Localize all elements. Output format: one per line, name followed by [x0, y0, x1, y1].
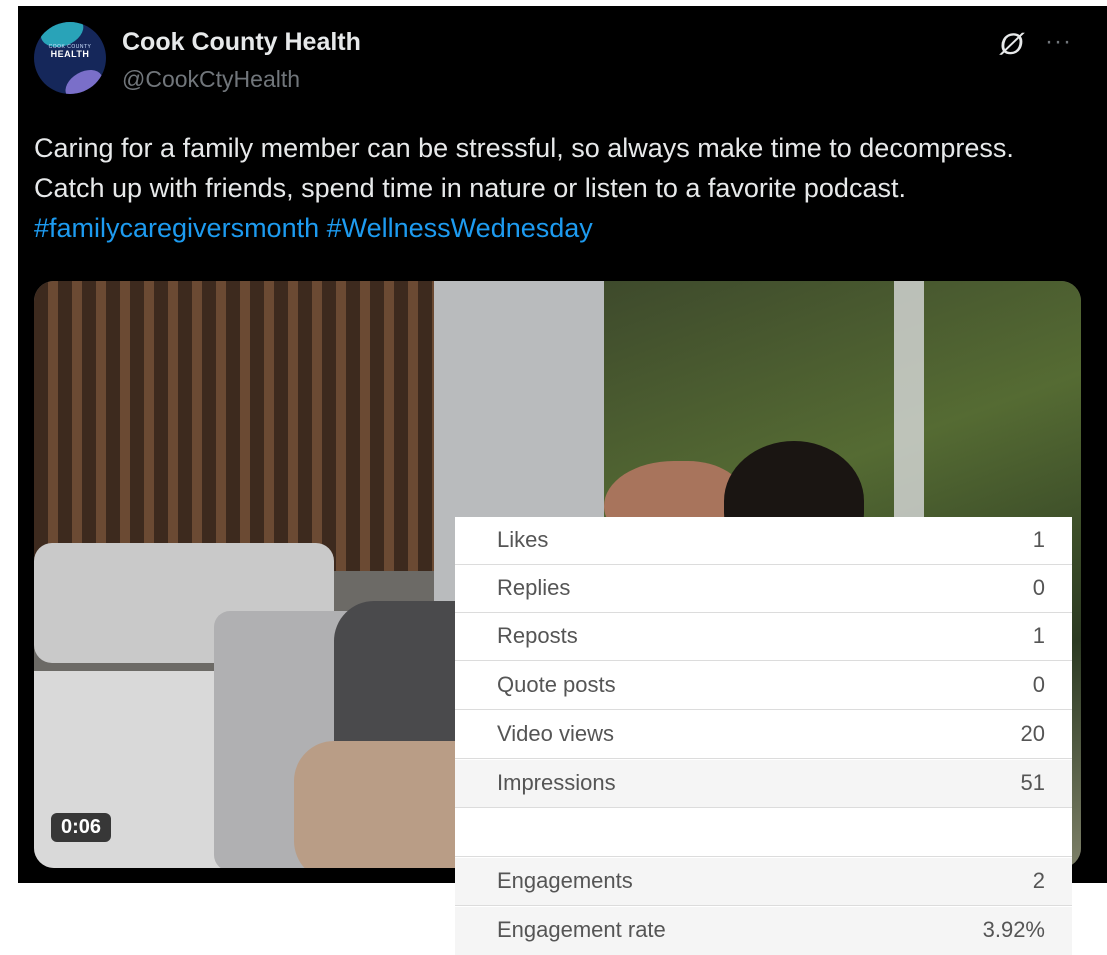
- grok-icon[interactable]: Ø: [1000, 28, 1023, 62]
- stats-row-engagement-rate: Engagement rate 3.92%: [455, 907, 1072, 955]
- author-handle[interactable]: @CookCtyHealth: [122, 66, 300, 93]
- stats-row-quote-posts: Quote posts 0: [455, 662, 1072, 710]
- stats-label: Engagements: [497, 868, 633, 893]
- stats-label: Replies: [497, 575, 571, 600]
- stats-value: 3.92%: [982, 917, 1045, 942]
- stats-value: 51: [1020, 770, 1045, 795]
- stats-label: Reposts: [497, 623, 578, 648]
- tweet-text: Caring for a family member can be stress…: [34, 128, 1084, 248]
- stats-value: 0: [1032, 672, 1045, 697]
- hashtag-link[interactable]: #familycaregiversmonth: [34, 213, 319, 243]
- stats-label: Likes: [497, 527, 549, 552]
- stats-row-video-views: Video views 20: [455, 711, 1072, 759]
- stats-row-spacer: [455, 809, 1072, 857]
- stats-row-likes: Likes 1: [455, 517, 1072, 565]
- stats-value: 2: [1032, 868, 1045, 893]
- stats-table: Likes 1 Replies 0 Reposts 1 Quote posts …: [455, 517, 1072, 955]
- avatar[interactable]: COOK COUNTY HEALTH: [34, 22, 106, 94]
- video-duration-badge: 0:06: [51, 813, 112, 842]
- stats-value: 1: [1032, 527, 1045, 552]
- avatar-leaf-shape: [60, 63, 106, 94]
- stats-row-reposts: Reposts 1: [455, 613, 1072, 661]
- stats-value: 1: [1032, 623, 1045, 648]
- stats-label: Impressions: [497, 770, 616, 795]
- video-frame-wall-slats: [34, 281, 434, 571]
- more-icon[interactable]: ···: [1045, 28, 1072, 56]
- author-name[interactable]: Cook County Health: [122, 28, 361, 57]
- stats-label: Quote posts: [497, 672, 616, 697]
- stats-label: Engagement rate: [497, 917, 666, 942]
- stats-value: 0: [1032, 575, 1045, 600]
- tweet-body: Caring for a family member can be stress…: [34, 133, 1014, 203]
- stats-label: Video views: [497, 721, 614, 746]
- stats-row-replies: Replies 0: [455, 565, 1072, 613]
- avatar-text: HEALTH: [50, 49, 90, 59]
- stats-row-engagements: Engagements 2: [455, 858, 1072, 906]
- stats-value: 20: [1020, 721, 1045, 746]
- hashtag-link[interactable]: #WellnessWednesday: [327, 213, 593, 243]
- stats-row-impressions: Impressions 51: [455, 760, 1072, 808]
